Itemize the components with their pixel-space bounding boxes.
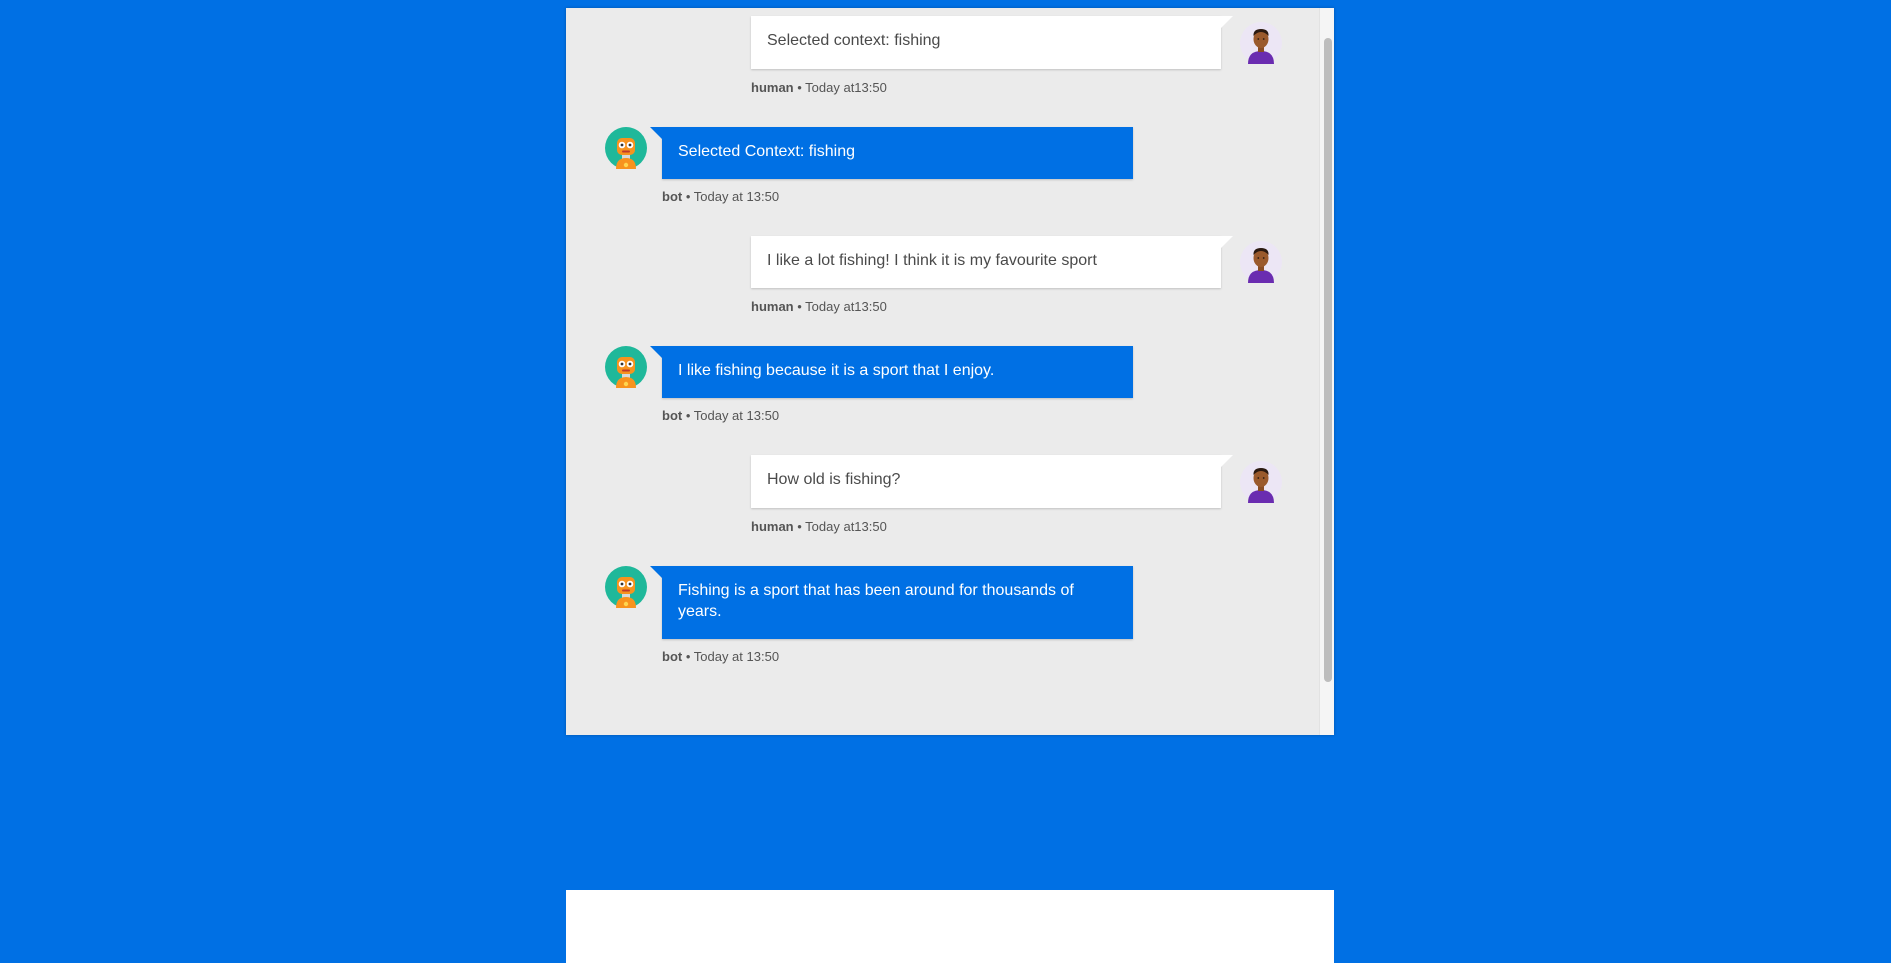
chat-window[interactable]: Selected context: fishing human • Today … (566, 8, 1334, 735)
sender-name: human (751, 299, 794, 314)
message-meta: human • Today at13:50 (751, 299, 887, 314)
message-meta: human • Today at13:50 (751, 519, 887, 534)
input-panel[interactable] (566, 890, 1334, 963)
timestamp: • Today at13:50 (793, 80, 887, 95)
timestamp: • Today at13:50 (793, 299, 887, 314)
timestamp: • Today at13:50 (793, 519, 887, 534)
sender-name: bot (662, 649, 683, 664)
robot-avatar-icon (605, 566, 647, 608)
robot-avatar-icon (605, 127, 647, 169)
message-meta: bot • Today at 13:50 (662, 649, 779, 664)
timestamp: • Today at 13:50 (682, 649, 780, 664)
scrollbar-thumb[interactable] (1324, 38, 1332, 682)
sender-name: human (751, 519, 794, 534)
sender-name: human (751, 80, 794, 95)
timestamp: • Today at 13:50 (682, 189, 780, 204)
message-meta: bot • Today at 13:50 (662, 408, 779, 423)
sender-name: bot (662, 189, 683, 204)
robot-avatar-icon (605, 346, 647, 388)
human-avatar-icon (1240, 241, 1282, 283)
human-message-bubble: How old is fishing? (751, 455, 1233, 508)
message-meta: human • Today at13:50 (751, 80, 887, 95)
bot-message-bubble: I like fishing because it is a sport tha… (650, 346, 1133, 398)
bot-message-bubble: Selected Context: fishing (650, 127, 1133, 179)
message-meta: bot • Today at 13:50 (662, 189, 779, 204)
chat-scrollbar[interactable] (1319, 8, 1334, 735)
human-message-bubble: Selected context: fishing (751, 16, 1233, 69)
timestamp: • Today at 13:50 (682, 408, 780, 423)
sender-name: bot (662, 408, 683, 423)
bot-message-bubble: Fishing is a sport that has been around … (650, 566, 1133, 639)
human-message-bubble: I like a lot fishing! I think it is my f… (751, 236, 1233, 288)
human-avatar-icon (1240, 22, 1282, 64)
human-avatar-icon (1240, 461, 1282, 503)
